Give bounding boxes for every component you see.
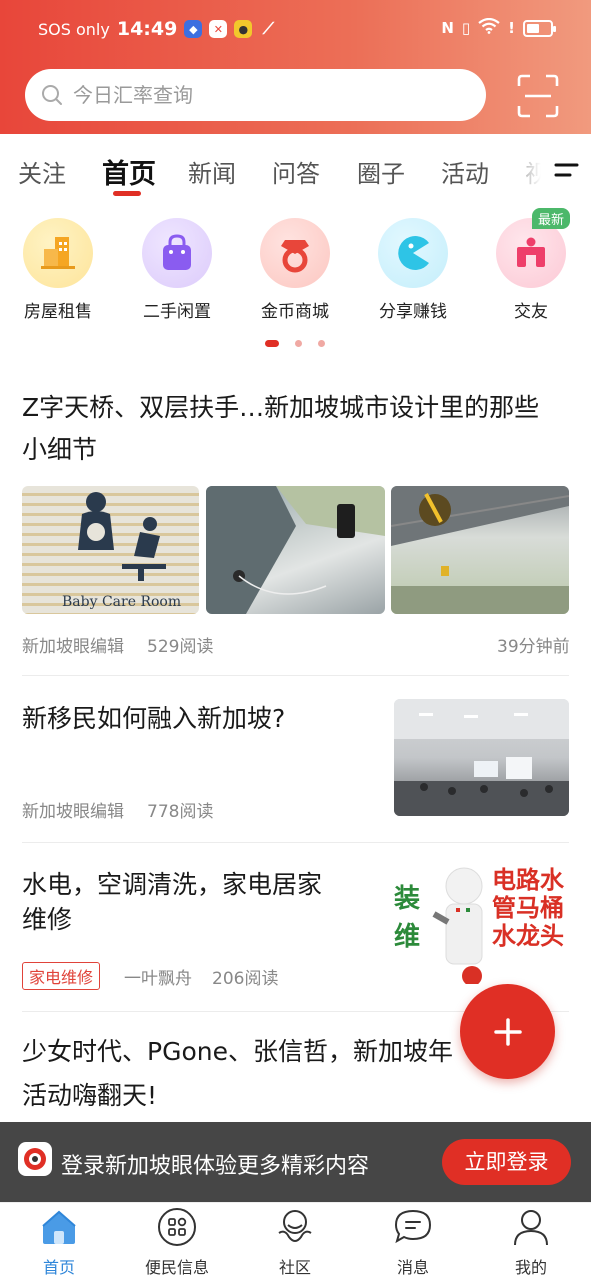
bottom-nav: 首页 便民信息 社区 消息 我的 [0, 1202, 591, 1280]
nav-label: 便民信息 [144, 1258, 209, 1277]
quick-link-label: 交友 [514, 302, 548, 322]
diamond-ring-icon [260, 218, 330, 288]
compose-button[interactable] [460, 984, 555, 1079]
tab-events[interactable]: 活动 [441, 154, 489, 189]
message-icon [394, 1209, 432, 1244]
article-image [391, 486, 569, 614]
login-button[interactable]: 立即登录 [442, 1139, 571, 1185]
pacman-share-icon [378, 218, 448, 288]
article-time: 39分钟前 [497, 637, 570, 657]
article-reads: 778阅读 [147, 802, 214, 822]
new-badge: 最新 [531, 208, 570, 229]
shield-icon: ◆ [184, 20, 203, 38]
quick-link-label: 二手闲置 [143, 302, 211, 322]
battery-icon [523, 19, 556, 37]
article-image: 装维 电路水管马桶水龙头 [392, 864, 569, 984]
article-author: 新加坡眼编辑 [22, 802, 124, 822]
nav-label: 社区 [278, 1258, 311, 1277]
profile-icon [514, 1210, 548, 1246]
tab-circles[interactable]: 圈子 [357, 154, 405, 189]
clock: 14:49 [116, 18, 178, 40]
search-input[interactable] [73, 83, 453, 107]
vibrate-icon: ▯ [461, 19, 471, 37]
channel-menu-icon[interactable] [553, 161, 579, 179]
quick-link-label: 分享赚钱 [379, 302, 447, 322]
quick-link-label: 房屋租售 [24, 302, 92, 322]
plus-icon [493, 1017, 522, 1046]
quick-link-label: 金币商城 [261, 302, 329, 322]
article-author: 新加坡眼编辑 [22, 637, 124, 657]
article-image [206, 486, 385, 614]
wifi-icon [478, 17, 500, 38]
building-icon [23, 218, 93, 288]
quick-links-pager [0, 338, 591, 348]
penguin-icon: ● [234, 20, 253, 38]
tab-follow[interactable]: 关注 [18, 154, 66, 189]
article-title-line2: 活动嗨翻天! [22, 1081, 158, 1110]
quick-link-secondhand[interactable]: 二手闲置 [122, 218, 232, 322]
image-caption: Baby Care Room [62, 594, 182, 610]
article-author: 一叶飘舟 [124, 969, 192, 989]
channel-tabs: 关注 首页 新闻 问答 圈子 活动 视 [0, 134, 591, 206]
category-tag[interactable]: 家电维修 [22, 962, 101, 990]
active-tab-indicator [113, 191, 141, 196]
tab-qa[interactable]: 问答 [272, 154, 320, 189]
alert-icon: ! [508, 19, 515, 37]
article-image: Baby Care Room [22, 486, 199, 614]
app-header: SOS only 14:49 ◆ ✕ ● ⟋ N ▯ ! [0, 0, 591, 134]
article-image [394, 699, 569, 816]
tab-home[interactable]: 首页 [102, 152, 156, 191]
status-left: SOS only 14:49 ◆ ✕ ● ⟋ [38, 18, 277, 40]
quick-link-coin-mall[interactable]: 金币商城 [240, 218, 350, 322]
image-text-right: 电路水管马桶水龙头 [492, 866, 564, 950]
article-title: 新移民如何融入新加坡? [22, 704, 286, 733]
article-reads: 206阅读 [212, 969, 279, 989]
nav-community[interactable]: 社区 [245, 1207, 345, 1278]
nav-label: 首页 [42, 1258, 75, 1277]
nav-messages[interactable]: 消息 [363, 1207, 463, 1278]
article-title: 少女时代、PGone、张信哲，新加坡年 [22, 1037, 453, 1066]
pager-dot-active [265, 340, 279, 347]
app-logo [18, 1142, 52, 1176]
shopping-bag-icon [142, 218, 212, 288]
image-text-left: 装维 [394, 884, 421, 952]
pager-dot [295, 340, 302, 347]
nav-label: 消息 [396, 1258, 429, 1277]
app-notification-icon: ✕ [209, 20, 228, 38]
status-bar: SOS only 14:49 ◆ ✕ ● ⟋ N ▯ ! [0, 0, 591, 64]
quick-link-housing[interactable]: 房屋租售 [3, 218, 113, 322]
friends-icon: 最新 [496, 208, 570, 288]
pager-dot [318, 340, 325, 347]
divider [22, 675, 569, 676]
carrier-text: SOS only [38, 19, 110, 39]
community-icon [278, 1210, 312, 1242]
nav-services[interactable]: 便民信息 [127, 1207, 227, 1278]
scan-icon[interactable] [517, 74, 559, 118]
divider [22, 842, 569, 843]
link-icon: ⟋ [262, 19, 274, 38]
search-icon [42, 85, 62, 105]
login-banner: 登录新加坡眼体验更多精彩内容 立即登录 [0, 1122, 591, 1202]
nfc-icon: N [441, 19, 454, 37]
quick-link-share-earn[interactable]: 分享赚钱 [358, 218, 468, 322]
article-title: Z字天桥、双层扶手…新加坡城市设计里的那些 [22, 393, 540, 422]
nav-home[interactable]: 首页 [9, 1207, 109, 1278]
tab-news[interactable]: 新闻 [188, 154, 236, 189]
article-title-line2: 维修 [22, 905, 73, 934]
grid-icon [158, 1208, 196, 1246]
quick-link-friends[interactable]: 最新 交友 [476, 208, 586, 322]
nav-label: 我的 [514, 1258, 547, 1277]
login-prompt: 登录新加坡眼体验更多精彩内容 [61, 1154, 370, 1179]
status-right: N ▯ ! [441, 17, 556, 38]
search-bar[interactable] [25, 69, 486, 121]
article-reads: 529阅读 [147, 637, 214, 657]
home-icon [42, 1210, 76, 1244]
quick-links: 房屋租售 二手闲置 金币商城 分享赚钱 最新 交友 [0, 208, 591, 360]
nav-profile[interactable]: 我的 [481, 1207, 581, 1278]
article-title-line2: 小细节 [22, 435, 98, 464]
battery-level [527, 23, 540, 33]
